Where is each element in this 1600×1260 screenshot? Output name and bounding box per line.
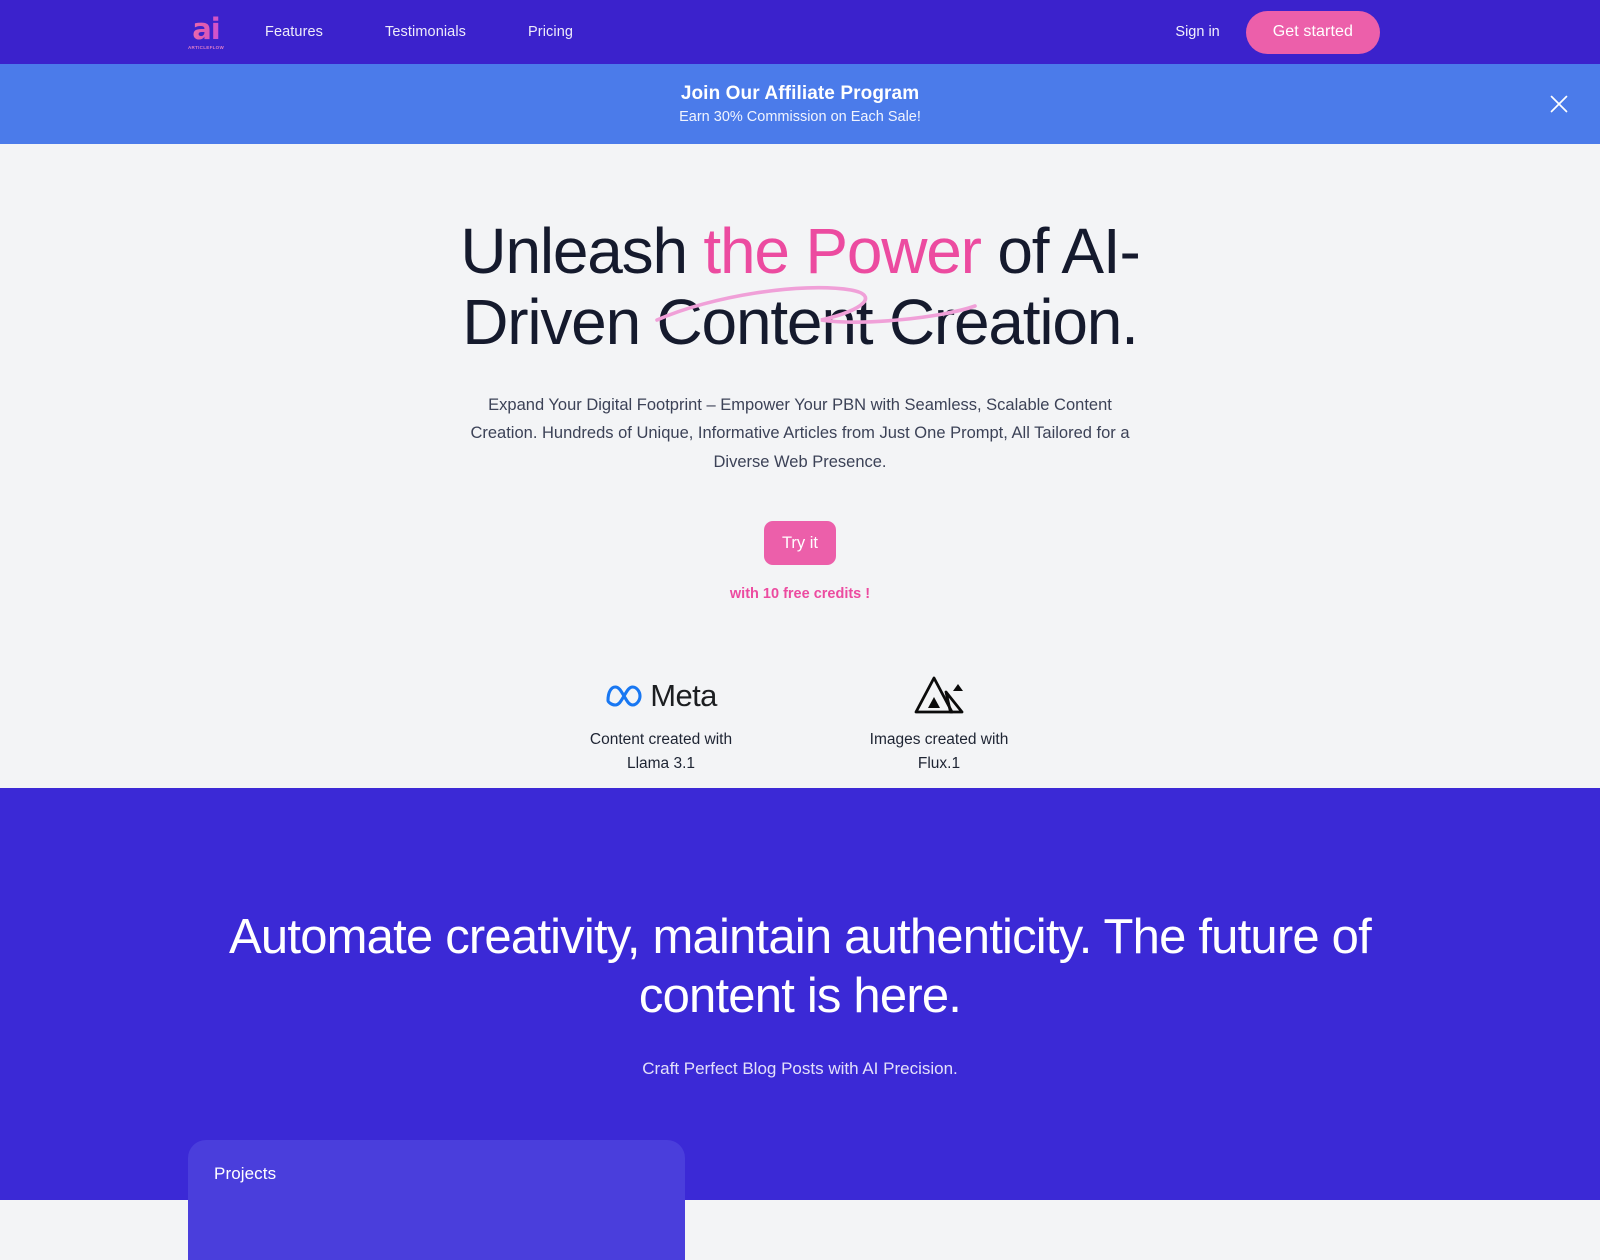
nav-item-features[interactable]: Features: [265, 24, 323, 40]
affiliate-banner: Join Our Affiliate Program Earn 30% Comm…: [0, 64, 1600, 144]
partner-flux: Images created with Flux.1: [854, 675, 1024, 776]
flux-logo: [913, 675, 965, 717]
partner-meta: Meta Content created with Llama 3.1: [576, 675, 746, 776]
partner-logos: Meta Content created with Llama 3.1 Imag…: [576, 675, 1024, 776]
meta-logo: Meta: [605, 675, 717, 717]
get-started-button[interactable]: Get started: [1245, 10, 1380, 54]
primary-nav: Features Testimonials Pricing: [265, 24, 573, 40]
banner-title: Join Our Affiliate Program: [680, 83, 920, 104]
page-title: Unleash the Power of AI-Driven Content C…: [405, 215, 1195, 358]
flux-triangle-icon: [914, 676, 964, 714]
meta-infinity-icon: [606, 685, 642, 707]
nav-item-testimonials[interactable]: Testimonials: [385, 24, 466, 40]
banner-subtitle: Earn 30% Commission on Each Sale!: [679, 109, 921, 125]
heading-part-one: Unleash: [460, 215, 704, 287]
free-credits-note: with 10 free credits !: [729, 586, 871, 603]
logo-subtext: ARTICLEFLOW: [187, 44, 225, 50]
nav-actions: Sign in Get started: [1175, 10, 1380, 54]
flux-caption: Images created with Flux.1: [869, 731, 1009, 773]
close-icon[interactable]: [1546, 91, 1572, 117]
sign-in-link[interactable]: Sign in: [1175, 24, 1219, 40]
hero-section: Unleash the Power of AI-Driven Content C…: [0, 144, 1600, 788]
nav-item-pricing[interactable]: Pricing: [528, 24, 573, 40]
heading-highlight: the Power: [703, 215, 982, 287]
projects-card[interactable]: Projects: [188, 1140, 685, 1260]
promo-heading: Automate creativity, maintain authentici…: [229, 910, 1372, 1023]
hero-subtitle: Expand Your Digital Footprint – Empower …: [470, 396, 1130, 471]
meta-caption: Content created with Llama 3.1: [589, 731, 733, 773]
logo-mark-text: ai: [192, 11, 220, 46]
top-navigation-bar: ai ARTICLEFLOW Features Testimonials Pri…: [0, 0, 1600, 64]
projects-card-title: Projects: [214, 1164, 277, 1183]
meta-wordmark: Meta: [650, 678, 717, 714]
promo-section: Automate creativity, maintain authentici…: [0, 788, 1600, 1200]
promo-subtitle: Craft Perfect Blog Posts with AI Precisi…: [642, 1058, 958, 1078]
try-it-button[interactable]: Try it: [764, 521, 836, 566]
site-logo[interactable]: ai ARTICLEFLOW: [185, 9, 227, 55]
